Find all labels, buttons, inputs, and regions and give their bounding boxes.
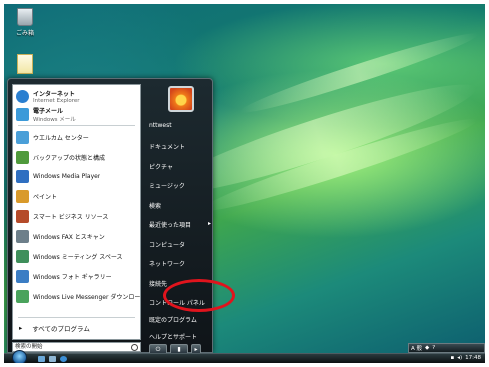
- switch-windows-icon[interactable]: [49, 356, 56, 362]
- separator: [18, 317, 135, 318]
- welcome-center-icon: [16, 130, 29, 144]
- search-input[interactable]: 検索の開始: [12, 342, 141, 352]
- desktop: ごみ箱 インターネット Internet Explorer 電子メール Wind…: [4, 4, 485, 363]
- pinned-title: インターネット: [33, 91, 76, 98]
- program-paint[interactable]: ペイント: [16, 187, 140, 205]
- ime-tools-icon: ◆: [425, 345, 430, 351]
- start-button[interactable]: [12, 350, 27, 363]
- ie-icon: [16, 90, 29, 103]
- taskbar: ▪ ◂) 17:48: [4, 350, 485, 363]
- desktop-file[interactable]: [8, 54, 42, 74]
- clock[interactable]: 17:48: [465, 355, 481, 361]
- start-menu: インターネット Internet Explorer 電子メール Windows …: [7, 78, 213, 355]
- backup-icon: [16, 150, 29, 164]
- menu-connect-to[interactable]: 接続先: [149, 279, 167, 288]
- menu-network[interactable]: ネットワーク: [149, 259, 185, 268]
- menu-pictures[interactable]: ピクチャ: [149, 162, 173, 171]
- photo-gallery-icon: [16, 269, 29, 283]
- business-icon: [16, 209, 29, 223]
- program-label: Windows FAX とスキャン: [33, 233, 105, 241]
- recycle-bin[interactable]: ごみ箱: [8, 8, 42, 37]
- recycle-bin-label: ごみ箱: [15, 30, 34, 37]
- menu-default-programs[interactable]: 既定のプログラム: [149, 315, 197, 324]
- system-tray: ▪ ◂) 17:48: [450, 355, 481, 361]
- ime-indicator: A 般: [411, 346, 423, 352]
- language-bar[interactable]: A 般 ◆ ?: [408, 343, 485, 353]
- paint-icon: [16, 189, 29, 203]
- meeting-icon: [16, 249, 29, 263]
- recycle-bin-icon: [17, 8, 33, 26]
- program-label: ペイント: [33, 193, 58, 201]
- ie-icon[interactable]: [60, 356, 67, 362]
- program-label: バックアップの状態と構成: [33, 154, 106, 162]
- program-label: Windows Media Player: [33, 172, 101, 180]
- control-panel-highlight: [163, 279, 235, 312]
- programs-pane: インターネット Internet Explorer 電子メール Windows …: [12, 84, 141, 340]
- mail-icon: [16, 108, 29, 121]
- volume-icon[interactable]: ◂): [457, 355, 462, 361]
- recent-items-label: 最近使った項目: [149, 222, 192, 229]
- program-meeting[interactable]: Windows ミーティング スペース: [16, 247, 140, 265]
- pinned-subtitle: Windows メール: [33, 117, 76, 123]
- messenger-icon: [16, 289, 29, 303]
- menu-music[interactable]: ミュージック: [149, 181, 185, 190]
- menu-search[interactable]: 検索: [149, 201, 161, 210]
- program-label: スマート ビジネス リソース: [33, 213, 109, 221]
- pinned-title: 電子メール: [33, 108, 64, 115]
- network-icon[interactable]: ▪: [450, 355, 454, 361]
- help-icon: ?: [432, 345, 436, 351]
- all-programs-label: すべてのプログラム: [32, 325, 90, 333]
- user-picture[interactable]: [168, 86, 194, 112]
- pinned-subtitle: Internet Explorer: [33, 98, 80, 104]
- menu-recent-items[interactable]: 最近使った項目 ▸: [149, 220, 211, 229]
- program-label: Windows ミーティング スペース: [33, 253, 123, 261]
- program-backup[interactable]: バックアップの状態と構成: [16, 148, 140, 166]
- program-fax[interactable]: Windows FAX とスキャン: [16, 227, 140, 245]
- pinned-item-mail[interactable]: 電子メール Windows メール: [16, 106, 140, 123]
- program-label: ウエルカム センター: [33, 134, 89, 142]
- program-photo-gallery[interactable]: Windows フォト ギャラリー: [16, 267, 140, 285]
- separator: [18, 125, 135, 126]
- menu-user-folder[interactable]: nttwest: [149, 122, 172, 129]
- menu-computer[interactable]: コンピュータ: [149, 240, 185, 249]
- arrow-right-icon: ▸: [19, 324, 23, 332]
- menu-help[interactable]: ヘルプとサポート: [149, 332, 197, 341]
- menu-documents[interactable]: ドキュメント: [149, 142, 185, 151]
- program-business[interactable]: スマート ビジネス リソース: [16, 207, 140, 225]
- program-label: Windows フォト ギャラリー: [33, 273, 112, 281]
- search-icon[interactable]: [131, 344, 138, 351]
- show-desktop-icon[interactable]: [38, 356, 45, 362]
- program-messenger[interactable]: Windows Live Messenger ダウンロード: [16, 287, 140, 305]
- program-label: Windows Live Messenger ダウンロード: [33, 293, 140, 301]
- program-media-player[interactable]: Windows Media Player: [16, 167, 140, 185]
- all-programs-button[interactable]: ▸ すべてのプログラム: [19, 323, 90, 333]
- arrow-right-icon: ▸: [207, 220, 211, 227]
- media-player-icon: [16, 169, 29, 183]
- document-icon: [17, 54, 33, 74]
- fax-icon: [16, 229, 29, 243]
- program-welcome-center[interactable]: ウエルカム センター: [16, 128, 140, 146]
- pinned-item-internet[interactable]: インターネット Internet Explorer: [16, 88, 140, 105]
